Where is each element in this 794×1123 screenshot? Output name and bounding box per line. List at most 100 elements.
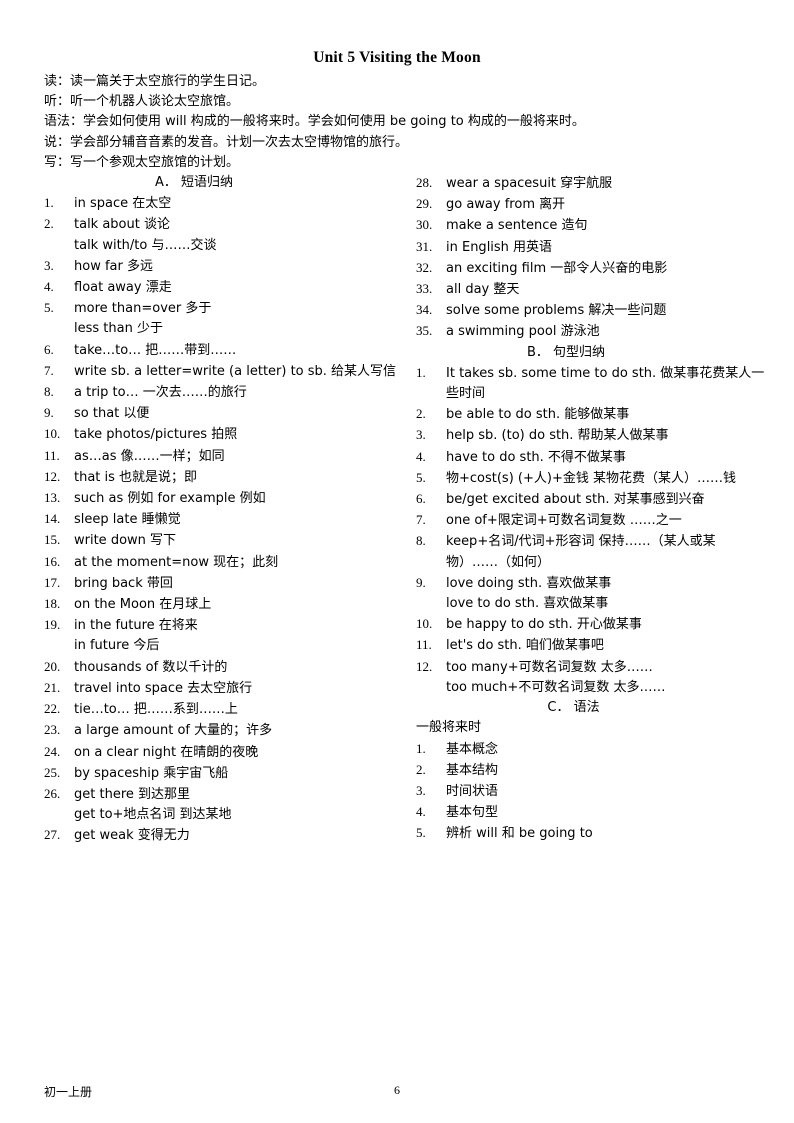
list-item-number: 1.: [44, 195, 54, 211]
list-item: in future 今后: [44, 636, 399, 656]
list-item-number: 5.: [44, 300, 54, 316]
list-item-text: love to do sth. 喜欢做某事: [446, 596, 609, 612]
section-a-heading: A． 短语归纳: [154, 175, 234, 191]
list-item-wrapped-line: 8.物）……（如何）: [416, 553, 771, 573]
list-item-number: 33.: [416, 281, 433, 297]
list-item: 2. talk about 谈论: [44, 214, 399, 235]
list-item: 2. 基本结构: [416, 760, 771, 781]
list-item: 3. help sb. (to) do sth. 帮助某人做某事: [416, 425, 771, 446]
list-item: 24. on a clear night 在晴朗的夜晚: [44, 742, 399, 763]
list-item: 12. that is 也就是说；即: [44, 467, 399, 488]
list-item: 13. such as 例如 for example 例如: [44, 488, 399, 509]
list-item-continuation-text: 些时间: [446, 386, 486, 402]
list-item-number: 34.: [416, 302, 433, 318]
list-item-number: 2.: [44, 216, 54, 232]
list-item-text: sleep late 睡懒觉: [74, 512, 181, 528]
list-item-text: less than 少于: [74, 321, 163, 337]
list-item: 8. a trip to… 一次去……的旅行: [44, 382, 399, 403]
list-item: 31. in English 用英语: [416, 237, 771, 258]
list-item-text: thousands of 数以千计的: [74, 659, 228, 675]
list-item: 9. love doing sth. 喜欢做某事: [416, 573, 771, 594]
list-item: 10. take photos/pictures 拍照: [44, 424, 399, 445]
list-item-text: help sb. (to) do sth. 帮助某人做某事: [446, 428, 669, 444]
list-item-number: 3.: [416, 782, 426, 798]
list-item-number: 5.: [416, 825, 426, 841]
page-title: Unit 5 Visiting the Moon: [313, 49, 481, 66]
list-item-number: 9.: [44, 405, 54, 421]
document-page: Unit 5 Visiting the Moon 读：读一篇关于太空旅行的学生日…: [0, 0, 794, 1123]
list-item-text: by spaceship 乘宇宙飞船: [74, 765, 229, 781]
list-item: 11. let's do sth. 咱们做某事吧: [416, 635, 771, 656]
list-item-number: 23.: [44, 722, 61, 738]
list-item-text: 基本结构: [446, 762, 499, 778]
list-item-text: tie…to… 把……系到……上: [74, 702, 238, 718]
list-item-continuation-text: 物）……（如何）: [446, 554, 551, 570]
list-item-number: 1.: [416, 740, 426, 756]
list-item-text: 辨析 will 和 be going to: [446, 826, 593, 842]
list-item: 18. on the Moon 在月球上: [44, 594, 399, 615]
list-item: 7. write sb. a letter=write (a letter) to…: [44, 361, 399, 382]
list-item-number: 22.: [44, 701, 61, 717]
list-item: 5. 物+cost(s) (+人)+金钱 某物花费（某人）……钱: [416, 468, 771, 489]
intro-line: 写：写一个参观太空旅馆的计划。: [44, 154, 240, 170]
list-item-text: let's do sth. 咱们做某事吧: [446, 638, 604, 654]
list-item: 26. get there 到达那里: [44, 784, 399, 805]
list-item-text: an exciting film 一部令人兴奋的电影: [446, 260, 668, 276]
list-item: 4. 基本句型: [416, 802, 771, 823]
list-item: 6. be/get excited about sth. 对某事感到兴奋: [416, 489, 771, 510]
list-item: 3. 时间状语: [416, 781, 771, 802]
list-item-number: 8.: [44, 384, 54, 400]
list-item-text: love doing sth. 喜欢做某事: [446, 575, 612, 591]
list-item-number: 30.: [416, 217, 433, 233]
page-footer: 初一上册 6: [0, 1063, 794, 1123]
list-item-number: 5.: [416, 469, 426, 485]
list-item-text: 基本句型: [446, 805, 499, 821]
list-item: 25. by spaceship 乘宇宙飞船: [44, 763, 399, 784]
list-item-number: 11.: [416, 637, 432, 653]
list-item-number: 10.: [44, 426, 61, 442]
list-item: 14. sleep late 睡懒觉: [44, 509, 399, 530]
list-item-number: 24.: [44, 743, 61, 759]
list-item: 32. an exciting film 一部令人兴奋的电影: [416, 258, 771, 279]
list-item-number: 2.: [416, 761, 426, 777]
intro-line: 说：学会部分辅音音素的发音。计划一次去太空博物馆的旅行。: [44, 134, 409, 150]
list-item-text: make a sentence 造句: [446, 218, 588, 234]
list-item-text: get there 到达那里: [74, 786, 191, 802]
left-column: A． 短语归纳 1. in space 在太空 2. talk about 谈论 tal…: [44, 173, 399, 847]
list-item-text: talk with/to 与……交谈: [74, 237, 217, 253]
list-item: 7. one of+限定词+可数名词复数 ……之一: [416, 510, 771, 531]
list-item: love to do sth. 喜欢做某事: [416, 594, 771, 614]
right-column: 28. wear a spacesuit 穿宇航服 29. go away from …: [416, 173, 771, 847]
list-item-text: in English 用英语: [446, 239, 553, 255]
list-item: 1. in space 在太空: [44, 193, 399, 214]
list-item: 15. write down 写下: [44, 530, 399, 551]
list-item-number: 4.: [416, 804, 426, 820]
list-item: 33. all day 整天: [416, 279, 771, 300]
list-item: 22. tie…to… 把……系到……上: [44, 699, 399, 720]
list-item: 6. take…to… 把……带到……: [44, 340, 399, 361]
footer-page-number: 6: [394, 1083, 400, 1097]
list-item: 35. a swimming pool 游泳池: [416, 321, 771, 342]
list-item-number: 3.: [44, 257, 54, 273]
list-item-text: be able to do sth. 能够做某事: [446, 407, 630, 423]
list-item: 29. go away from 离开: [416, 194, 771, 215]
list-item-number: 12.: [416, 658, 433, 674]
list-item-text: take photos/pictures 拍照: [74, 427, 238, 443]
list-item: 9. so that 以便: [44, 403, 399, 424]
list-item: 4. have to do sth. 不得不做某事: [416, 447, 771, 468]
list-item-number: 1.: [416, 364, 426, 380]
list-item-number: 35.: [416, 323, 433, 339]
intro-line: 语法：学会如何使用 will 构成的一般将来时。学会如何使用 be going …: [44, 114, 585, 130]
list-item-text: a trip to… 一次去……的旅行: [74, 385, 247, 401]
list-item-text: be/get excited about sth. 对某事感到兴奋: [446, 492, 705, 508]
list-item-text: one of+限定词+可数名词复数 ……之一: [446, 513, 682, 529]
list-item: talk with/to 与……交谈: [44, 236, 399, 256]
section-a-list-right: 28. wear a spacesuit 穿宇航服 29. go away from …: [416, 173, 771, 343]
list-item-text: all day 整天: [446, 282, 520, 298]
list-item-text: float away 漂走: [74, 280, 172, 296]
list-item-wrapped-line: 1.些时间: [416, 384, 771, 404]
list-item-text: how far 多远: [74, 258, 153, 274]
list-item-number: 3.: [416, 427, 426, 443]
list-item: 1. 基本概念: [416, 739, 771, 760]
list-item-number: 21.: [44, 679, 61, 695]
